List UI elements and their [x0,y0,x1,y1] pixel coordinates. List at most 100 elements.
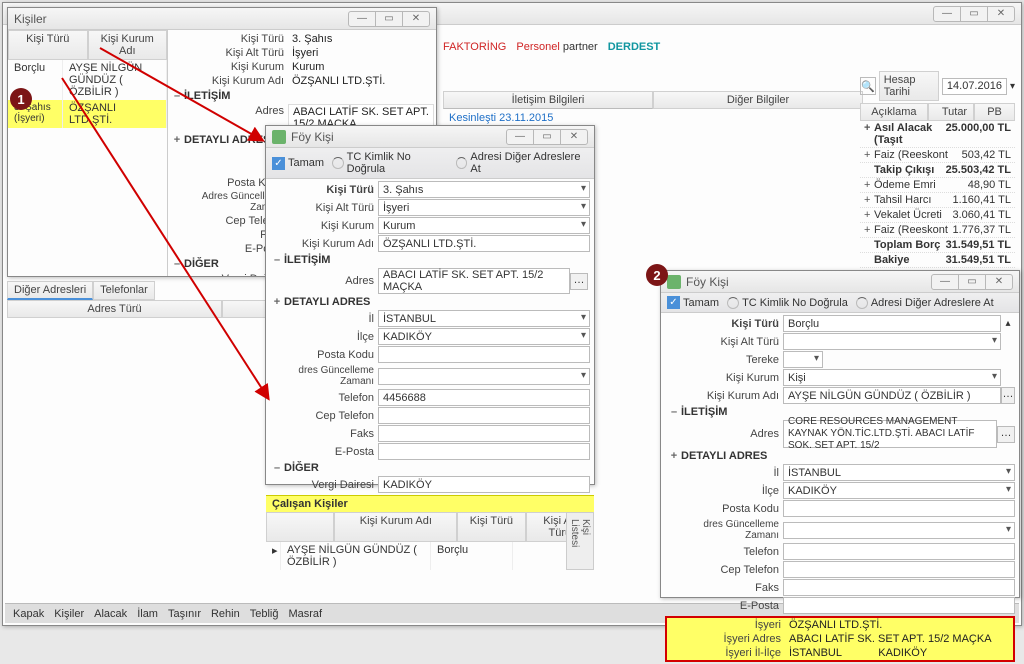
row-indicator-icon: ▸ [266,542,281,570]
table-row[interactable]: 3. Şahıs (İşyeri) ÖZŞANLI LTD.ŞTİ. [8,100,167,128]
cep-input[interactable] [783,561,1015,578]
tereke-select[interactable] [783,351,823,368]
tab-diger-adresleri[interactable]: Diğer Adresleri [7,281,93,300]
cep-input[interactable] [378,407,590,424]
il-select[interactable]: İSTANBUL [783,464,1015,481]
foy-kisi-dialog-2: Föy Kişi — ▭ ✕ ✓Tamam TC Kimlik No Doğru… [660,270,1020,598]
expand-icon[interactable]: + [272,296,282,308]
table-row[interactable]: ▸ AYŞE NİLGÜN GÜNDÜZ ( ÖZBİLİR ) Borçlu [266,542,594,570]
close-icon[interactable]: ✕ [987,6,1015,22]
top-links: FAKTORİNG Personel partner DERDEST [443,41,1015,55]
scroll-up-icon[interactable]: ▴ [1001,318,1015,329]
kisi-kurum-select[interactable]: Kurum [378,217,590,234]
maximize-icon[interactable]: ▭ [375,11,403,27]
collapse-icon[interactable]: – [272,462,282,474]
kisi-turu-select[interactable]: Borçlu [783,315,1001,332]
tc-dogrula-button[interactable]: TC Kimlik No Doğrula [332,151,448,175]
adresi-at-button[interactable]: Adresi Diğer Adreslere At [856,297,994,309]
minimize-icon[interactable]: — [933,6,961,22]
tab-iletisim-bilgileri[interactable]: İletişim Bilgileri [443,91,653,109]
nav-tasinir[interactable]: Taşınır [168,608,201,620]
vergi-input[interactable]: KADIKÖY [378,476,590,493]
lbl-ilce: İlçe [268,330,378,344]
minimize-icon[interactable]: — [931,274,959,290]
telefon-input[interactable]: 4456688 [378,389,590,406]
adres-browse-button[interactable]: … [997,426,1015,443]
collapse-icon[interactable]: – [172,258,182,270]
telefon-input[interactable] [783,543,1015,560]
tab-telefonlar[interactable]: Telefonlar [93,281,155,300]
dlg2-titlebar: Föy Kişi — ▭ ✕ [661,271,1019,293]
eposta-input[interactable] [783,597,1015,614]
posta-input[interactable] [783,500,1015,517]
link-derdest[interactable]: DERDEST [608,41,661,55]
faks-input[interactable] [783,579,1015,596]
kurum-adi-browse[interactable]: … [1001,387,1015,404]
kurum-adi-input[interactable]: AYŞE NİLGÜN GÜNDÜZ ( ÖZBİLİR ) [783,387,1001,404]
section-detayli: DETAYLI ADRES [284,296,370,308]
col-adres-turu[interactable]: Adres Türü [7,300,222,318]
foy-kisi-dialog-1: Föy Kişi — ▭ ✕ ✓Tamam TC Kimlik No Doğru… [265,125,595,485]
calisan-kisiler-tab[interactable]: Çalışan Kişiler [266,495,594,512]
link-personel[interactable]: Personel [516,41,559,53]
summary-row: +Tahsil Harcı1.160,41 TL [860,193,1015,208]
cell-ad: AYŞE NİLGÜN GÜNDÜZ ( ÖZBİLİR ) [63,60,167,100]
lbl-kisi-kurum-adi: Kişi Kurum Adı [168,74,288,88]
expand-icon[interactable]: + [172,134,182,146]
collapse-icon[interactable]: – [172,90,182,102]
val-kisi-turu: 3. Şahıs [288,32,434,46]
collapse-icon[interactable]: – [669,406,679,418]
maximize-icon[interactable]: ▭ [958,274,986,290]
maximize-icon[interactable]: ▭ [533,129,561,145]
nav-rehin[interactable]: Rehin [211,608,240,620]
col-kisi-turu[interactable]: Kişi Türü [8,30,88,60]
faks-input[interactable] [378,425,590,442]
adres-input[interactable]: ABACI LATİF SK. SET APT. 15/2 MAÇKA [378,268,570,294]
col-kisi-kurum-adi[interactable]: Kişi Kurum Adı [88,30,168,60]
close-icon[interactable]: ✕ [402,11,430,27]
nav-teblig[interactable]: Tebliğ [250,608,279,620]
close-icon[interactable]: ✕ [560,129,588,145]
maximize-icon[interactable]: ▭ [960,6,988,22]
section-diger: DİĞER [184,258,219,270]
collapse-icon[interactable]: – [272,254,282,266]
nav-masraf[interactable]: Masraf [288,608,322,620]
nav-alacak[interactable]: Alacak [94,608,127,620]
adres-input[interactable]: CORE RESOURCES MANAGEMENT KAYNAK YÖN.TİC… [783,420,997,448]
il-select[interactable]: İSTANBUL [378,310,590,327]
gunc-select[interactable] [378,368,590,385]
col-kurum-adi[interactable]: Kişi Kurum Adı [334,512,457,542]
chevron-down-icon[interactable]: ▾ [1010,81,1015,92]
link-faktoring[interactable]: FAKTORİNG [443,41,506,55]
minimize-icon[interactable]: — [348,11,376,27]
gunc-select[interactable] [783,522,1015,539]
search-icon[interactable]: 🔍 [860,77,876,95]
kisi-alt-select[interactable]: İşyeri [378,199,590,216]
ilce-select[interactable]: KADIKÖY [783,482,1015,499]
tab-diger-bilgiler[interactable]: Diğer Bilgiler [653,91,863,109]
kisi-listesi-side-tab[interactable]: Kişi Listesi [566,512,594,570]
nav-kisiler[interactable]: Kişiler [54,608,84,620]
tamam-button[interactable]: ✓Tamam [272,157,324,170]
posta-input[interactable] [378,346,590,363]
expand-icon[interactable]: + [669,450,679,462]
kisi-alt-select[interactable] [783,333,1001,350]
hesap-tarihi-input[interactable]: 14.07.2016 [942,78,1007,95]
minimize-icon[interactable]: — [506,129,534,145]
table-row[interactable]: Borçlu AYŞE NİLGÜN GÜNDÜZ ( ÖZBİLİR ) [8,60,167,100]
nav-ilam[interactable]: İlam [137,608,158,620]
adresi-at-button[interactable]: Adresi Diğer Adreslere At [456,151,588,175]
kisi-kurum-select[interactable]: Kişi [783,369,1001,386]
kisi-turu-select[interactable]: 3. Şahıs [378,181,590,198]
col-turu[interactable]: Kişi Türü [457,512,525,542]
tamam-button[interactable]: ✓Tamam [667,296,719,309]
close-icon[interactable]: ✕ [985,274,1013,290]
ilce-select[interactable]: KADIKÖY [378,328,590,345]
kisi-kurum-adi-input[interactable]: ÖZŞANLI LTD.ŞTİ. [378,235,590,252]
summary-row: +Asıl Alacak (Taşıt25.000,00 TL [860,121,1015,148]
nav-kapak[interactable]: Kapak [13,608,44,620]
link-partner[interactable]: partner [563,41,598,53]
adres-browse-button[interactable]: … [570,273,588,290]
eposta-input[interactable] [378,443,590,460]
tc-dogrula-button[interactable]: TC Kimlik No Doğrula [727,297,848,309]
